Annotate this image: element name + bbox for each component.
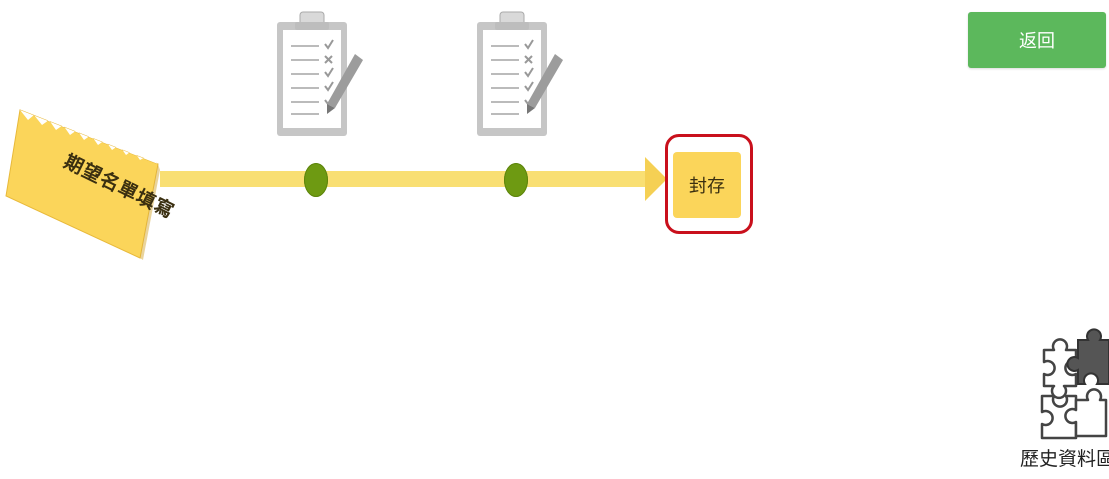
archive-button[interactable]: 封存	[673, 152, 741, 218]
timeline-track	[160, 171, 655, 187]
clipboard-checklist-icon[interactable]	[475, 8, 565, 138]
clipboard-checklist-icon[interactable]	[275, 8, 365, 138]
timeline-node-1[interactable]	[304, 163, 328, 197]
back-button[interactable]: 返回	[968, 12, 1106, 68]
timeline-node-2[interactable]	[504, 163, 528, 197]
timeline-arrow-icon	[645, 157, 667, 201]
history-area-label[interactable]: 歷史資料區	[1020, 444, 1109, 474]
